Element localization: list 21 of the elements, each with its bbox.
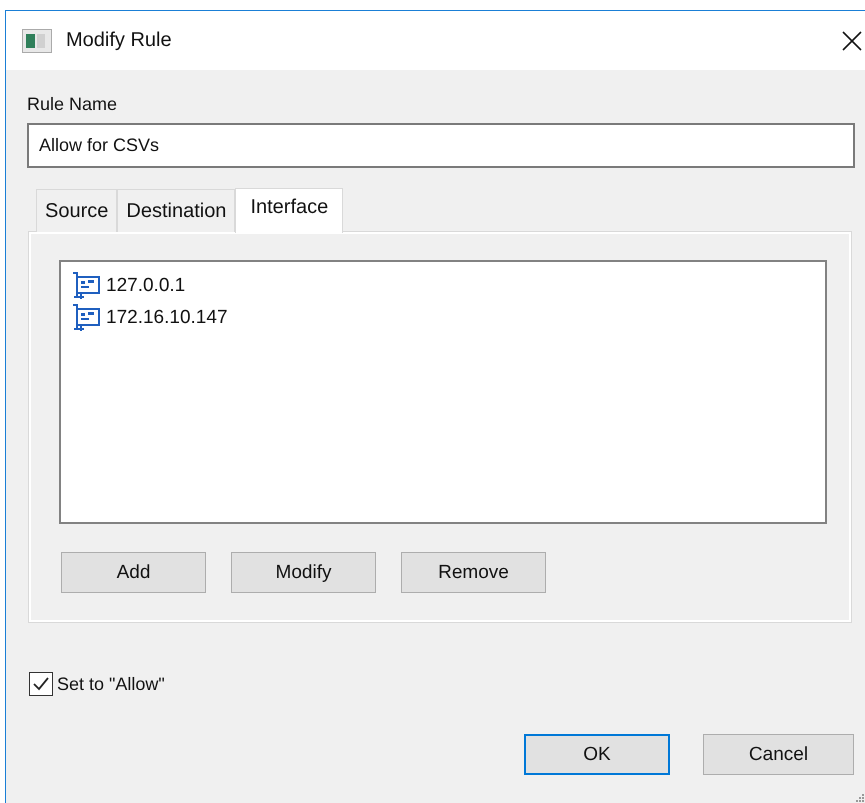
list-button[interactable]: Remove (401, 552, 546, 593)
window-title: Modify Rule (66, 29, 173, 52)
app-icon (22, 28, 52, 52)
network-card-icon (71, 303, 103, 333)
interface-item[interactable]: 172.16.10.147 (106, 307, 228, 329)
dialog-button[interactable]: Cancel (703, 734, 854, 775)
tab[interactable]: Source (36, 189, 118, 232)
allow-checkbox[interactable] (29, 672, 53, 696)
rule-name-label: Rule Name (27, 94, 118, 115)
tab[interactable]: Destination (117, 189, 236, 232)
resize-grip-icon[interactable] (855, 793, 865, 803)
rule-name-field[interactable]: Allow for CSVs (27, 123, 855, 168)
dialog-button[interactable]: OK (524, 734, 670, 775)
network-card-icon (71, 271, 103, 301)
close-icon[interactable] (842, 30, 862, 50)
interface-item[interactable]: 127.0.0.1 (106, 275, 186, 297)
list-button[interactable]: Modify (231, 552, 376, 593)
checkbox-label[interactable]: Set to "Allow" (57, 674, 165, 694)
interface-list[interactable]: 127.0.0.1 172.16.10.147 (59, 260, 827, 524)
list-button[interactable]: Add (61, 552, 206, 593)
tab[interactable]: Interface (235, 188, 344, 233)
